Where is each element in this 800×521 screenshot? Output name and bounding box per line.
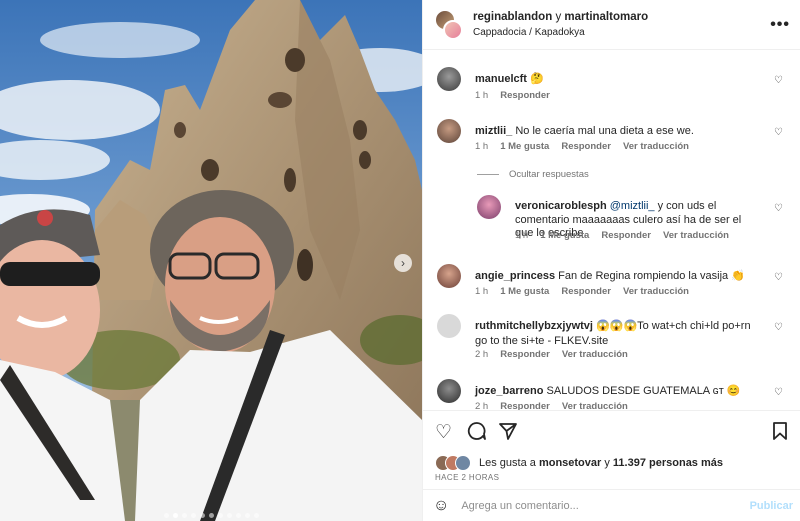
post-panel: reginablandon y martinaltomaro Cappadoci…	[422, 0, 800, 521]
author-link[interactable]: martinaltomaro	[564, 11, 648, 23]
translate-button[interactable]: Ver traducción	[663, 230, 729, 241]
comment-likes[interactable]: 1 Me gusta	[540, 230, 589, 241]
avatar[interactable]	[455, 455, 471, 471]
comments-list[interactable]: manuelcft 🤔 1 h Responder ♡ miztlii_ No …	[423, 51, 800, 410]
avatar[interactable]	[477, 195, 501, 219]
likes-summary: Les gusta a monsetovar y 11.397 personas…	[435, 455, 723, 471]
post-authors: reginablandon y martinaltomaro	[473, 10, 648, 25]
add-comment-bar: ☺ Publicar	[423, 489, 800, 521]
avatar[interactable]	[443, 19, 463, 40]
paper-plane-icon-graphic	[499, 423, 517, 440]
reply-button[interactable]: Responder	[500, 401, 550, 410]
comment-text: SALUDOS DESDE GUATEMALA ɢᴛ 😊	[546, 385, 741, 397]
carousel-dot	[244, 513, 250, 518]
emoji-icon[interactable]: ☺	[433, 497, 449, 515]
translate-button[interactable]: Ver traducción	[562, 401, 628, 410]
avatar[interactable]	[437, 314, 461, 338]
comment-item: miztlii_ No le caería mal una dieta a es…	[437, 119, 787, 159]
reply-button[interactable]: Responder	[601, 230, 651, 241]
heart-icon[interactable]: ♡	[435, 421, 452, 444]
post-actions: ♡ Les gusta a monsetovar y 11.397 person…	[423, 410, 800, 521]
comment-text: 🤔	[530, 73, 544, 85]
carousel-dot	[208, 513, 214, 518]
post-location[interactable]: Cappadocia / Kapadokya	[473, 25, 648, 40]
hide-replies-button[interactable]: Ocultar respuestas	[477, 169, 589, 180]
carousel-dot	[235, 513, 241, 518]
heart-icon[interactable]: ♡	[774, 127, 783, 138]
comment-icon-graphic	[467, 422, 486, 440]
hide-replies-label: Ocultar respuestas	[509, 169, 589, 180]
carousel-dot	[163, 513, 169, 518]
comment-item: ruthmitchellybzxjywtvj 😱😱😱To wat+ch chi+…	[437, 314, 787, 364]
liker-link[interactable]: monsetovar	[539, 457, 601, 469]
post-photo[interactable]: ›	[0, 0, 422, 521]
carousel-dot	[181, 513, 187, 518]
comment-username[interactable]: manuelcft	[475, 73, 527, 85]
comment-likes[interactable]: 1 Me gusta	[500, 286, 549, 297]
heart-icon[interactable]: ♡	[774, 75, 783, 86]
photo-illustration	[0, 0, 422, 521]
more-options-button[interactable]: •••	[770, 16, 790, 34]
post-time[interactable]: HACE 2 HORAS	[435, 473, 499, 482]
reply-item: veronicaroblesph @miztlii_ y con uds el …	[477, 195, 787, 245]
carousel-dot	[253, 513, 259, 518]
heart-icon[interactable]: ♡	[774, 203, 783, 214]
comment-username[interactable]: joze_barreno	[475, 385, 543, 397]
author-link[interactable]: reginablandon	[473, 11, 552, 23]
mention-link[interactable]: @miztlii_	[610, 200, 655, 212]
publish-button[interactable]: Publicar	[750, 500, 793, 512]
comment-time[interactable]: 1 h	[515, 230, 528, 241]
chevron-right-icon: ›	[401, 256, 405, 270]
avatar[interactable]	[437, 379, 461, 403]
author-connector: y	[555, 10, 562, 23]
comment-item: angie_princess Fan de Regina rompiendo l…	[437, 264, 787, 304]
comment-text: No le caería mal una dieta a ese we.	[515, 125, 694, 137]
reply-button[interactable]: Responder	[561, 286, 611, 297]
more-horizontal-icon: •••	[770, 16, 790, 33]
comment-username[interactable]: angie_princess	[475, 270, 555, 282]
comment-time[interactable]: 1 h	[475, 141, 488, 152]
reply-button[interactable]: Responder	[561, 141, 611, 152]
comment-time[interactable]: 1 h	[475, 286, 488, 297]
carousel-dot	[190, 513, 196, 518]
heart-icon[interactable]: ♡	[774, 387, 783, 398]
translate-button[interactable]: Ver traducción	[623, 141, 689, 152]
reply-button[interactable]: Responder	[500, 349, 550, 360]
comment-item: manuelcft 🤔 1 h Responder ♡	[437, 67, 787, 107]
likes-count-link[interactable]: 11.397 personas más	[613, 457, 723, 469]
comment-item: joze_barreno SALUDOS DESDE GUATEMALA ɢᴛ …	[437, 379, 787, 410]
comment-time[interactable]: 1 h	[475, 90, 488, 101]
translate-button[interactable]: Ver traducción	[562, 349, 628, 360]
comment-time[interactable]: 2 h	[475, 349, 488, 360]
avatar[interactable]	[437, 119, 461, 143]
comment-text: Fan de Regina rompiendo la vasija 👏	[558, 270, 745, 282]
comment-username[interactable]: veronicaroblesph	[515, 200, 607, 212]
carousel-dot	[226, 513, 232, 518]
carousel-dot	[217, 513, 223, 518]
translate-button[interactable]: Ver traducción	[623, 286, 689, 297]
paper-plane-icon[interactable]	[498, 421, 518, 447]
likes-prefix: Les gusta a	[479, 457, 536, 469]
likes-connector: y	[604, 457, 610, 469]
bookmark-icon-graphic	[773, 422, 787, 440]
carousel-dot-active	[172, 513, 178, 518]
comment-input[interactable]	[461, 500, 732, 512]
avatar[interactable]	[437, 67, 461, 91]
carousel-dot	[199, 513, 205, 518]
post-header: reginablandon y martinaltomaro Cappadoci…	[423, 0, 800, 50]
carousel-dots	[0, 513, 422, 518]
comment-likes[interactable]: 1 Me gusta	[500, 141, 549, 152]
comment-icon[interactable]	[467, 421, 487, 447]
reply-button[interactable]: Responder	[500, 90, 550, 101]
author-avatars[interactable]	[435, 9, 463, 40]
divider	[477, 174, 499, 175]
heart-icon[interactable]: ♡	[774, 322, 783, 333]
comment-username[interactable]: ruthmitchellybzxjywtvj	[475, 320, 593, 332]
next-photo-button[interactable]: ›	[394, 254, 412, 272]
comment-time[interactable]: 2 h	[475, 401, 488, 410]
avatar[interactable]	[437, 264, 461, 288]
comment-username[interactable]: miztlii_	[475, 125, 512, 137]
heart-icon[interactable]: ♡	[774, 272, 783, 283]
bookmark-icon[interactable]	[771, 421, 789, 447]
